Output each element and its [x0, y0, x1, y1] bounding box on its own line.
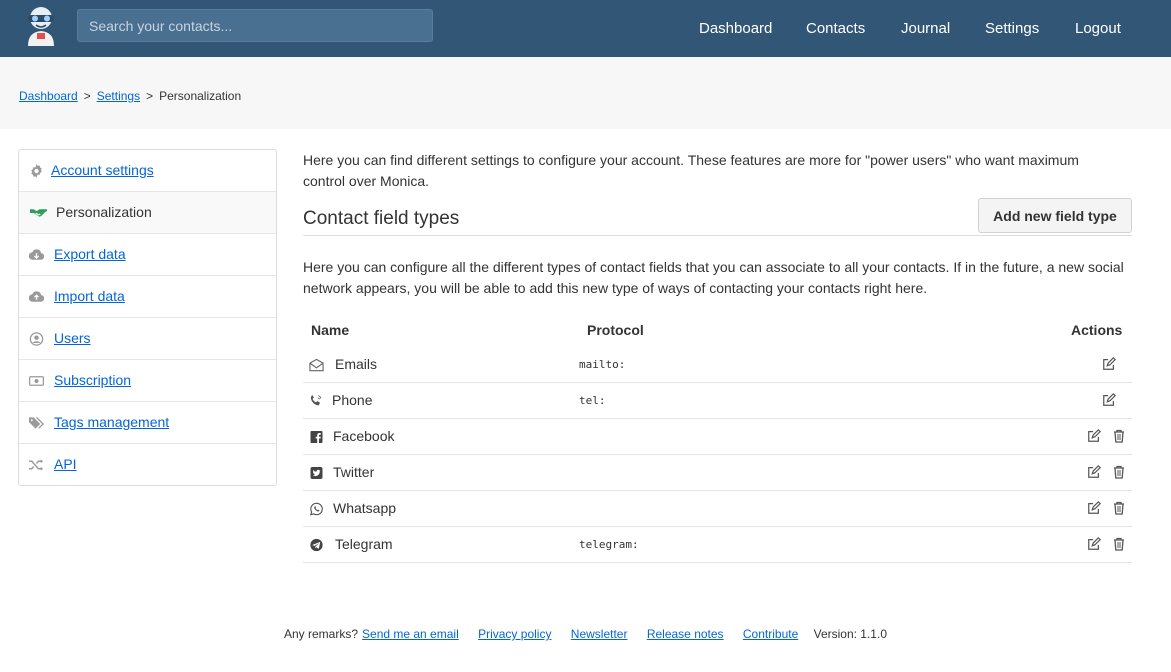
phone-icon	[309, 394, 324, 408]
field-type-name: Phone	[332, 392, 373, 408]
footer-link-newsletter[interactable]: Newsletter	[571, 627, 628, 641]
breadcrumb-settings-link[interactable]: Settings	[97, 89, 140, 103]
sidebar-item-label[interactable]: API	[54, 456, 77, 472]
breadcrumb-separator: >	[146, 89, 154, 103]
sidebar-item-label[interactable]: Import data	[54, 288, 125, 304]
breadcrumb-bar: Dashboard > Settings > Personalization	[0, 57, 1171, 129]
cloud-download-icon	[28, 248, 45, 262]
monica-logo-icon[interactable]	[22, 6, 60, 46]
field-type-name: Twitter	[333, 464, 375, 480]
footer-remarks-label: Any remarks?	[283, 627, 359, 641]
nav-settings[interactable]: Settings	[985, 20, 1039, 37]
search-input[interactable]	[77, 9, 433, 42]
trash-icon[interactable]	[1113, 501, 1127, 515]
breadcrumb: Dashboard > Settings > Personalization	[19, 89, 241, 103]
nav-dashboard[interactable]: Dashboard	[699, 20, 772, 37]
edit-icon[interactable]	[1087, 465, 1101, 479]
section-title: Contact field types	[303, 208, 460, 229]
divider	[303, 235, 1132, 236]
footer-link-release-notes[interactable]: Release notes	[647, 627, 724, 641]
edit-icon[interactable]	[1087, 501, 1101, 515]
sidebar-item-import-data[interactable]: Import data	[19, 276, 276, 318]
sidebar-item-label[interactable]: Export data	[54, 246, 126, 262]
field-type-name: Telegram	[335, 536, 393, 552]
breadcrumb-dashboard-link[interactable]: Dashboard	[19, 89, 78, 103]
gear-icon	[29, 164, 44, 178]
facebook-icon	[309, 430, 324, 444]
money-icon	[29, 374, 44, 388]
field-type-protocol: mailto:	[579, 358, 626, 371]
trash-icon[interactable]	[1113, 429, 1127, 443]
footer-version: Version: 1.1.0	[813, 627, 887, 641]
add-field-type-button[interactable]: Add new field type	[978, 198, 1132, 233]
footer-link-privacy[interactable]: Privacy policy	[478, 627, 551, 641]
handshake-icon	[29, 206, 48, 220]
column-header-name: Name	[311, 322, 350, 338]
sidebar-item-subscription[interactable]: Subscription	[19, 360, 276, 402]
user-circle-icon	[29, 332, 44, 346]
section-description: Here you can configure all the different…	[303, 259, 1124, 296]
sidebar-item-account-settings[interactable]: Account settings	[19, 150, 276, 192]
sidebar-item-label: Personalization	[56, 204, 152, 220]
footer-link-email[interactable]: Send me an email	[362, 627, 459, 641]
top-header: Dashboard Contacts Journal Settings Logo…	[0, 0, 1171, 57]
trash-icon[interactable]	[1113, 465, 1127, 479]
sidebar-item-export-data[interactable]: Export data	[19, 234, 276, 276]
table-row: Whatsapp	[303, 491, 1132, 527]
breadcrumb-separator: >	[83, 89, 91, 103]
sidebar-item-label[interactable]: Users	[54, 330, 91, 346]
sidebar-item-users[interactable]: Users	[19, 318, 276, 360]
trash-icon[interactable]	[1113, 537, 1127, 551]
footer-link-contribute[interactable]: Contribute	[743, 627, 798, 641]
sidebar-item-label[interactable]: Subscription	[54, 372, 131, 388]
edit-icon[interactable]	[1087, 429, 1101, 443]
table-row: Emails mailto:	[303, 347, 1132, 383]
table-row: Twitter	[303, 455, 1132, 491]
edit-icon[interactable]	[1102, 357, 1116, 371]
column-header-protocol: Protocol	[587, 322, 644, 338]
sidebar-item-label[interactable]: Tags management	[54, 414, 169, 430]
breadcrumb-current: Personalization	[159, 89, 242, 103]
telegram-icon	[309, 538, 324, 552]
table-row: Telegram telegram:	[303, 527, 1132, 563]
field-type-name: Whatsapp	[333, 500, 397, 516]
twitter-icon	[309, 466, 324, 480]
whatsapp-icon	[309, 502, 324, 516]
column-header-actions: Actions	[1071, 322, 1123, 338]
edit-icon[interactable]	[1102, 393, 1116, 407]
nav-contacts[interactable]: Contacts	[806, 20, 865, 37]
nav-journal[interactable]: Journal	[901, 20, 950, 37]
settings-sidebar: Account settings Personalization Export …	[18, 149, 277, 486]
intro-text: Here you can find different settings to …	[303, 152, 1079, 189]
tags-icon	[29, 416, 44, 430]
shuffle-icon	[29, 458, 44, 472]
nav-logout[interactable]: Logout	[1075, 20, 1121, 37]
edit-icon[interactable]	[1087, 537, 1101, 551]
sidebar-item-api[interactable]: API	[19, 444, 276, 486]
footer: Any remarks? Send me an email Privacy pol…	[0, 627, 1171, 641]
envelope-icon	[309, 358, 324, 372]
sidebar-item-tags-management[interactable]: Tags management	[19, 402, 276, 444]
field-type-protocol: telegram:	[579, 538, 639, 551]
sidebar-item-label[interactable]: Account settings	[51, 162, 154, 178]
cloud-upload-icon	[28, 290, 45, 304]
sidebar-item-personalization[interactable]: Personalization	[19, 192, 276, 234]
field-type-name: Emails	[335, 356, 378, 372]
field-type-protocol: tel:	[579, 394, 606, 407]
table-row: Phone tel:	[303, 383, 1132, 419]
table-row: Facebook	[303, 419, 1132, 455]
field-type-name: Facebook	[333, 428, 395, 444]
